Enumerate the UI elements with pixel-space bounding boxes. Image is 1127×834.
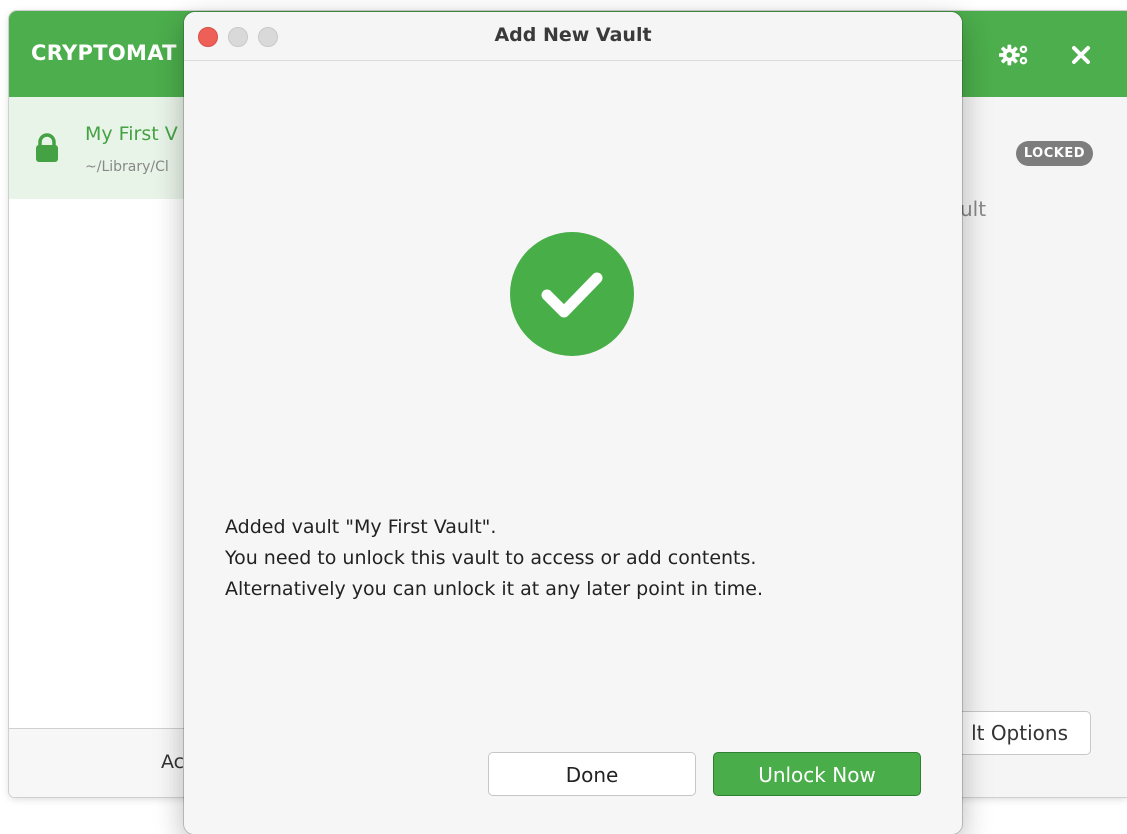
lock-icon: [35, 133, 59, 168]
dialog-title: Add New Vault: [494, 24, 652, 46]
message-line: Alternatively you can unlock it at any l…: [225, 578, 764, 600]
close-icon[interactable]: [1065, 41, 1097, 69]
header-icons: [999, 41, 1097, 69]
dialog-titlebar: Add New Vault: [184, 12, 962, 61]
app-title: CRYPTOMAT: [31, 41, 177, 65]
dialog-message: Added vault "My First Vault". You need t…: [225, 512, 763, 605]
message-line: Added vault "My First Vault".: [225, 516, 497, 538]
unlock-now-button[interactable]: Unlock Now: [713, 752, 921, 796]
vault-path: ~/Library/Cl: [85, 159, 169, 175]
success-check-icon: [510, 232, 634, 356]
done-button[interactable]: Done: [488, 752, 696, 796]
status-badge: LOCKED: [1015, 141, 1093, 166]
add-vault-dialog: Add New Vault Added vault "My First Vaul…: [184, 12, 962, 834]
vault-name: My First V: [85, 123, 178, 145]
message-line: You need to unlock this vault to access …: [225, 547, 757, 569]
add-vault-button[interactable]: Ac: [161, 751, 184, 773]
detail-subtext: ult: [960, 197, 987, 221]
gears-icon[interactable]: [999, 41, 1031, 69]
